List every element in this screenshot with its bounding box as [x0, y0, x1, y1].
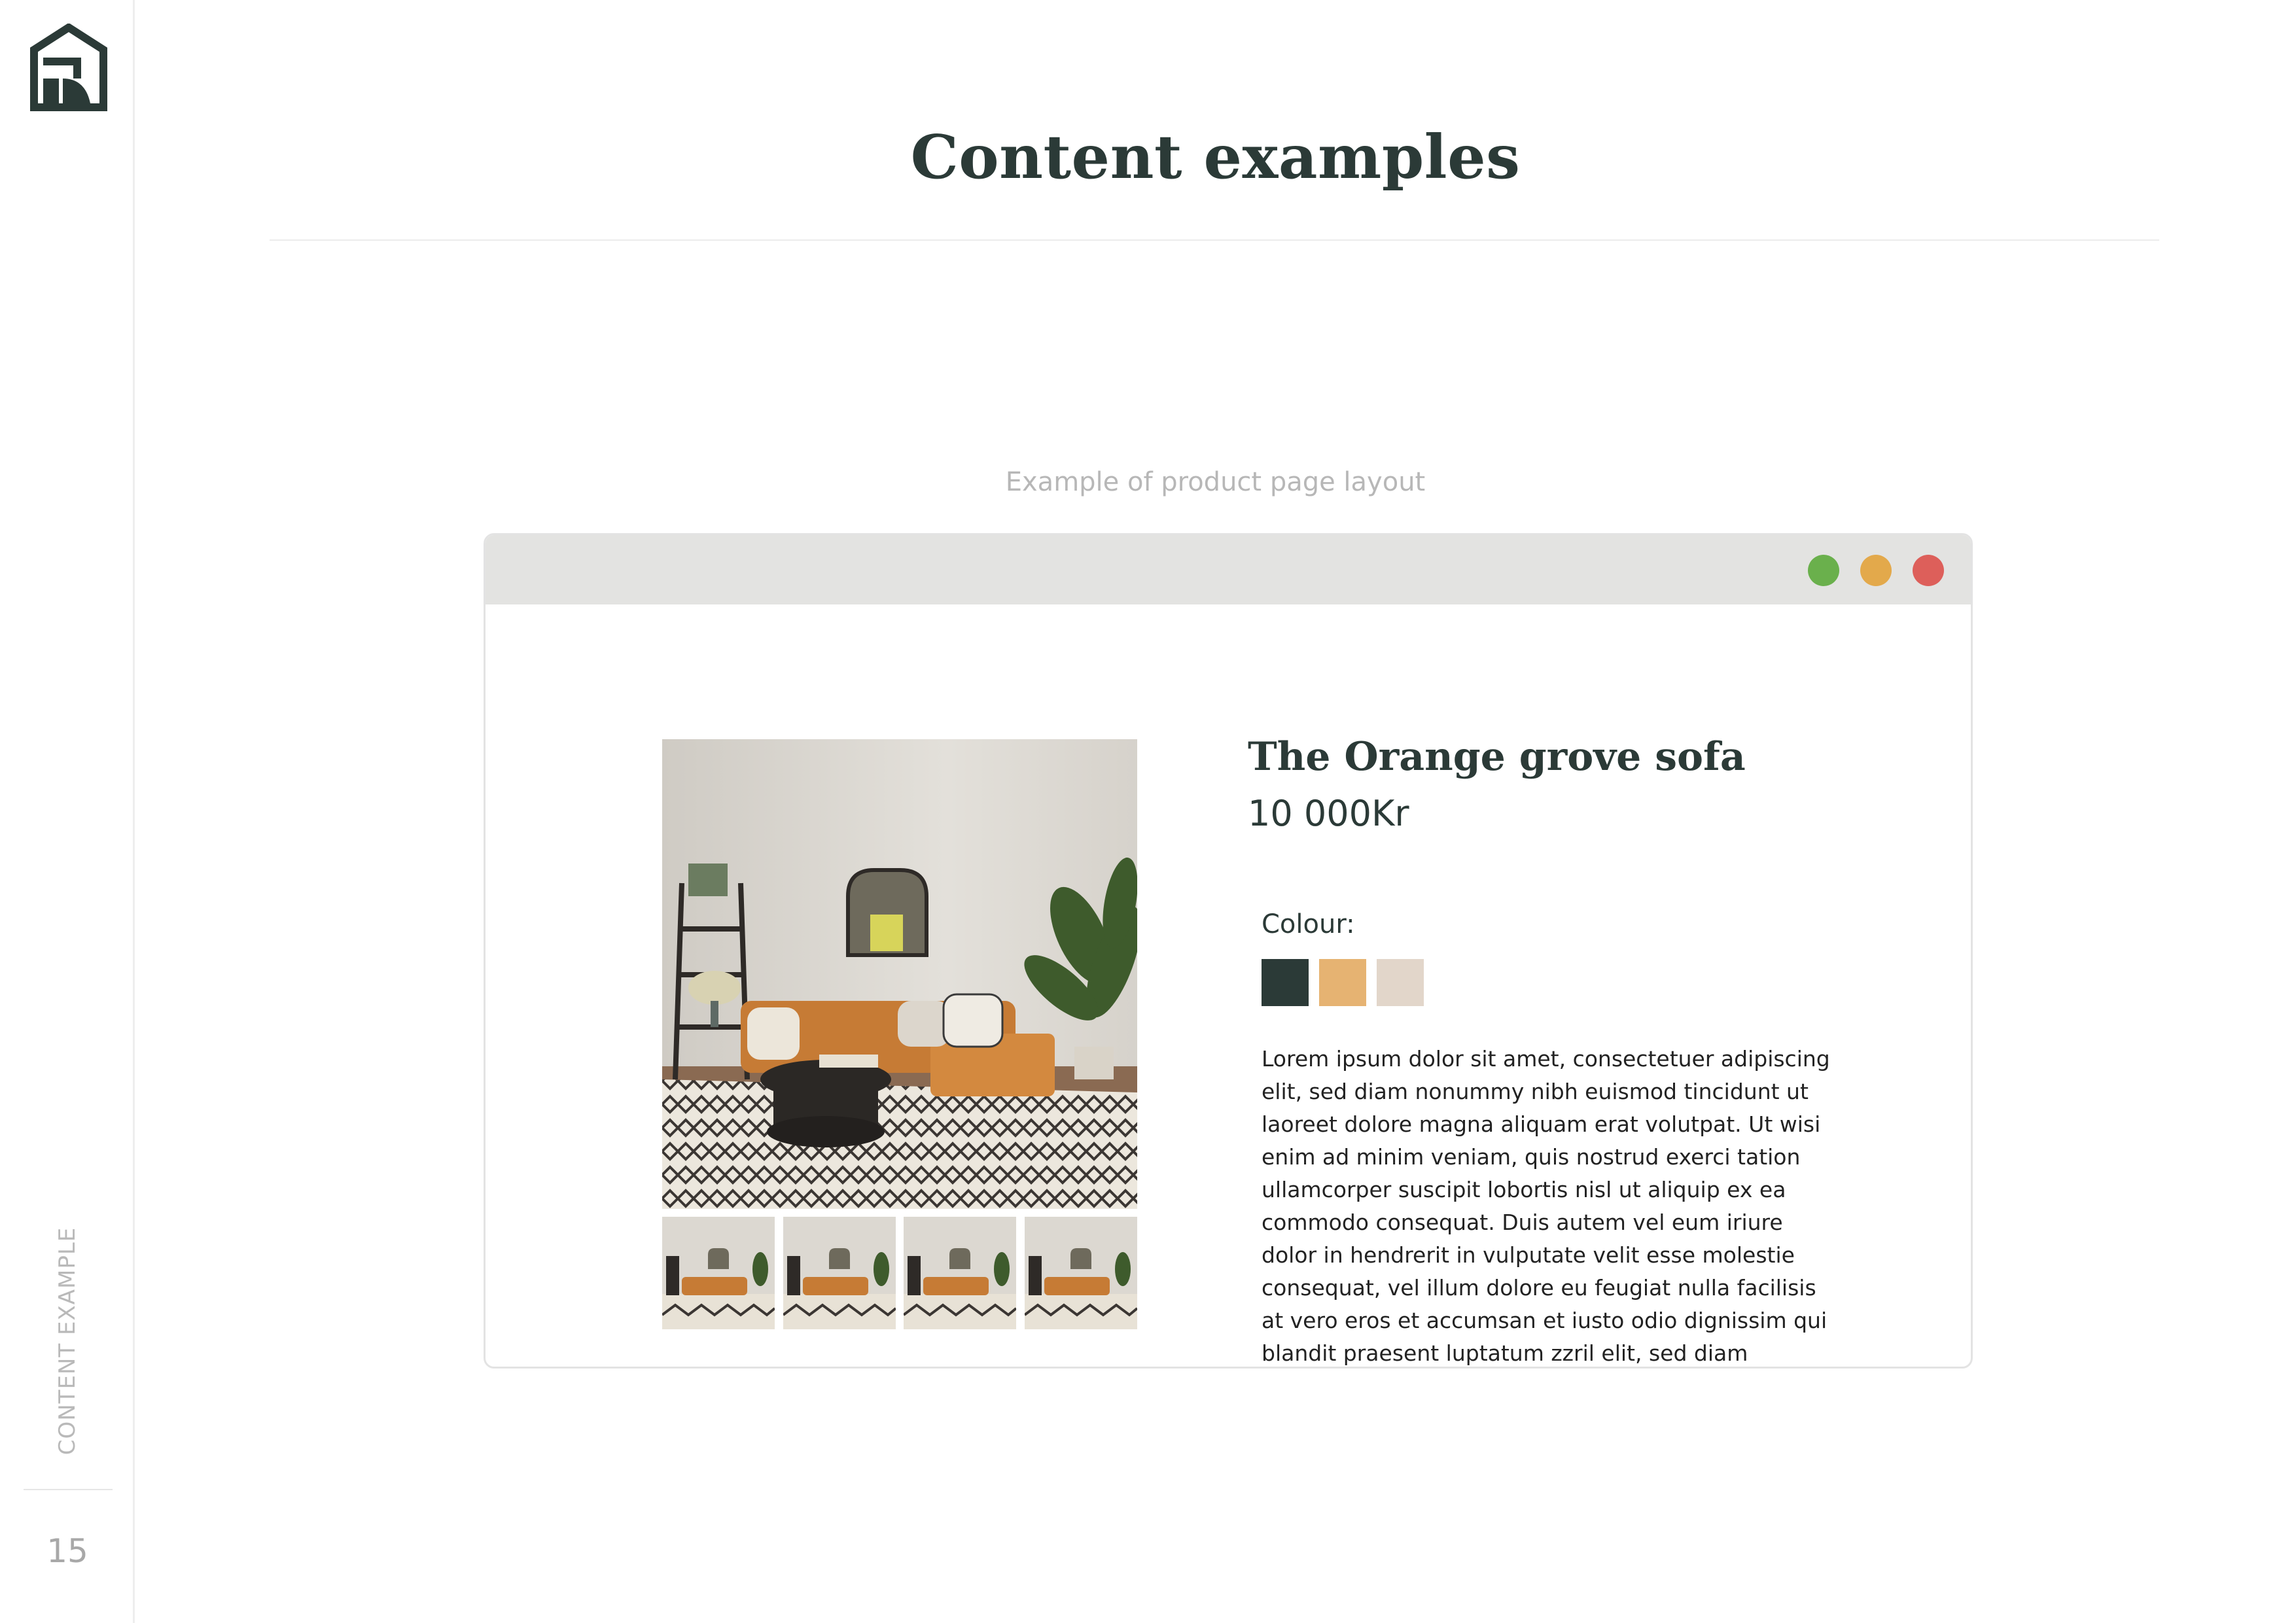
page-number: 15 [46, 1532, 88, 1570]
product-main-image[interactable] [662, 739, 1137, 1209]
header-divider [270, 239, 2159, 241]
description-line: consequat, vel illum dolore eu feugiat n… [1262, 1275, 1816, 1300]
colour-swatch-orange[interactable] [1319, 959, 1366, 1006]
sidebar: CONTENT EXAMPLE 15 [0, 0, 135, 1623]
product-price: 10 000Kr [1248, 793, 1409, 834]
product-thumbnail[interactable] [1025, 1217, 1137, 1329]
mockup-caption: Example of product page layout [1005, 467, 1426, 497]
window-minimize-button[interactable] [1860, 555, 1892, 586]
product-description: Lorem ipsum dolor sit amet, consectetuer… [1262, 1043, 1831, 1367]
description-line: ullamcorper suscipit lobortis nisl ut al… [1262, 1177, 1786, 1202]
product-thumbnails [662, 1217, 1137, 1329]
colour-swatch-beige[interactable] [1377, 959, 1424, 1006]
description-line: blandit praesent luptatum zzril elit, se… [1262, 1340, 1748, 1366]
description-line: laoreet dolore magna aliquam erat volutp… [1262, 1111, 1821, 1137]
description-line: commodo consequat. Duis autem vel eum ir… [1262, 1210, 1783, 1235]
product-title: The Orange grove sofa [1248, 734, 1746, 780]
house-logo-icon [30, 24, 107, 111]
description-line: dolor in hendrerit in vulputate velit es… [1262, 1242, 1795, 1268]
product-thumbnail[interactable] [662, 1217, 775, 1329]
product-thumbnail[interactable] [783, 1217, 896, 1329]
sidebar-divider [24, 1489, 113, 1490]
description-line: Lorem ipsum dolor sit amet, consectetuer… [1262, 1046, 1830, 1072]
description-line: elit, sed diam nonummy nibh euismod tinc… [1262, 1079, 1809, 1104]
window-maximize-button[interactable] [1808, 555, 1839, 586]
colour-label: Colour: [1262, 909, 1355, 939]
window-close-button[interactable] [1913, 555, 1944, 586]
description-line: enim ad minim veniam, quis nostrud exerc… [1262, 1144, 1801, 1170]
browser-mockup: The Orange grove sofa 10 000Kr Colour: L… [484, 533, 1973, 1369]
browser-title-bar [486, 535, 1971, 604]
section-label: CONTENT EXAMPLE [54, 1227, 80, 1456]
product-thumbnail[interactable] [904, 1217, 1016, 1329]
colour-swatch-dark[interactable] [1262, 959, 1309, 1006]
page-title: Content examples [910, 122, 1521, 192]
description-line: at vero eros et accumsan et iusto odio d… [1262, 1308, 1828, 1333]
